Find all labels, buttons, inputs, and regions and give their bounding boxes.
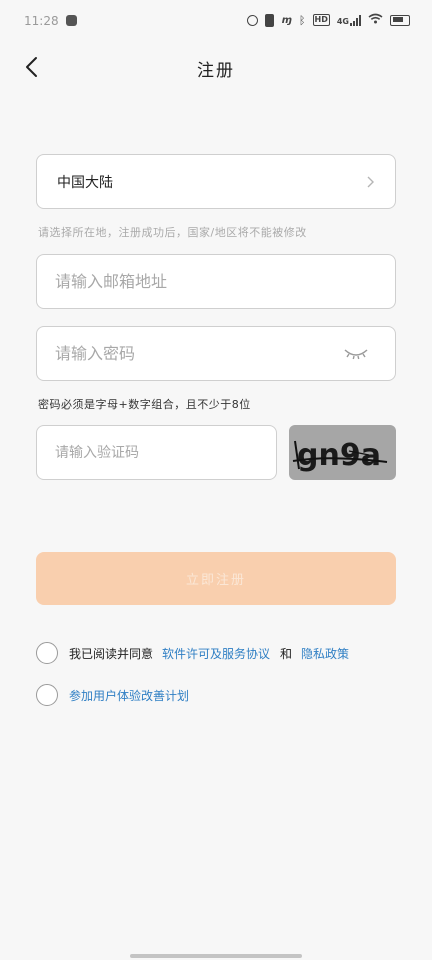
password-hint: 密码必须是字母+数字组合，且不少于8位 [38,398,251,411]
wifi-icon [368,13,383,27]
register-button[interactable]: 立即注册 [36,552,396,605]
captcha-field[interactable] [55,426,255,479]
password-field[interactable] [55,327,345,380]
ux-plan-radio[interactable] [36,684,58,706]
bluetooth-icon: ᛒ [298,13,306,27]
notification-app-icon [66,15,77,26]
nfc-icon: ɱ [281,14,292,26]
vibrate-icon [265,13,275,27]
status-bar: 11:28 ɱ ᛒ HD 4G [0,0,432,44]
hd-icon: HD [312,14,330,26]
password-field-container [36,326,396,381]
eye-closed-icon[interactable] [343,345,369,363]
captcha-image[interactable]: gn9a [289,425,396,480]
network-type: 4G [336,16,349,26]
region-selector[interactable]: 中国大陆 [36,154,396,209]
captcha-field-container [36,425,277,480]
terms-agreement-row: 我已阅读并同意 软件许可及服务协议和隐私政策 [36,641,349,665]
status-time: 11:28 [24,14,59,28]
email-field[interactable] [55,255,345,308]
battery-icon [390,14,410,26]
terms-agreement-text: 我已阅读并同意 软件许可及服务协议和隐私政策 [69,645,349,662]
terms-and-text: 和 [280,646,293,661]
cellular-signal-icon: 4G [336,14,361,26]
ux-plan-row: 参加用户体验改善计划 [36,683,189,707]
chevron-right-icon [363,174,377,190]
region-hint: 请选择所在地，注册成功后，国家/地区将不能被修改 [38,226,307,239]
region-value: 中国大陆 [57,175,113,191]
header: 注册 [0,44,432,88]
status-icons: ɱ ᛒ HD 4G [247,13,410,27]
ux-plan-text[interactable]: 参加用户体验改善计划 [69,687,189,704]
terms-agree-radio[interactable] [36,642,58,664]
license-agreement-link[interactable]: 软件许可及服务协议 [162,647,270,661]
home-indicator[interactable] [130,954,302,958]
alarm-icon [247,14,259,26]
ux-plan-link[interactable]: 参加用户体验改善计划 [69,689,189,703]
terms-read-prefix: 我已阅读并同意 [69,646,154,661]
page-title: 注册 [197,61,235,81]
email-field-container [36,254,396,309]
privacy-policy-link[interactable]: 隐私政策 [301,647,349,661]
